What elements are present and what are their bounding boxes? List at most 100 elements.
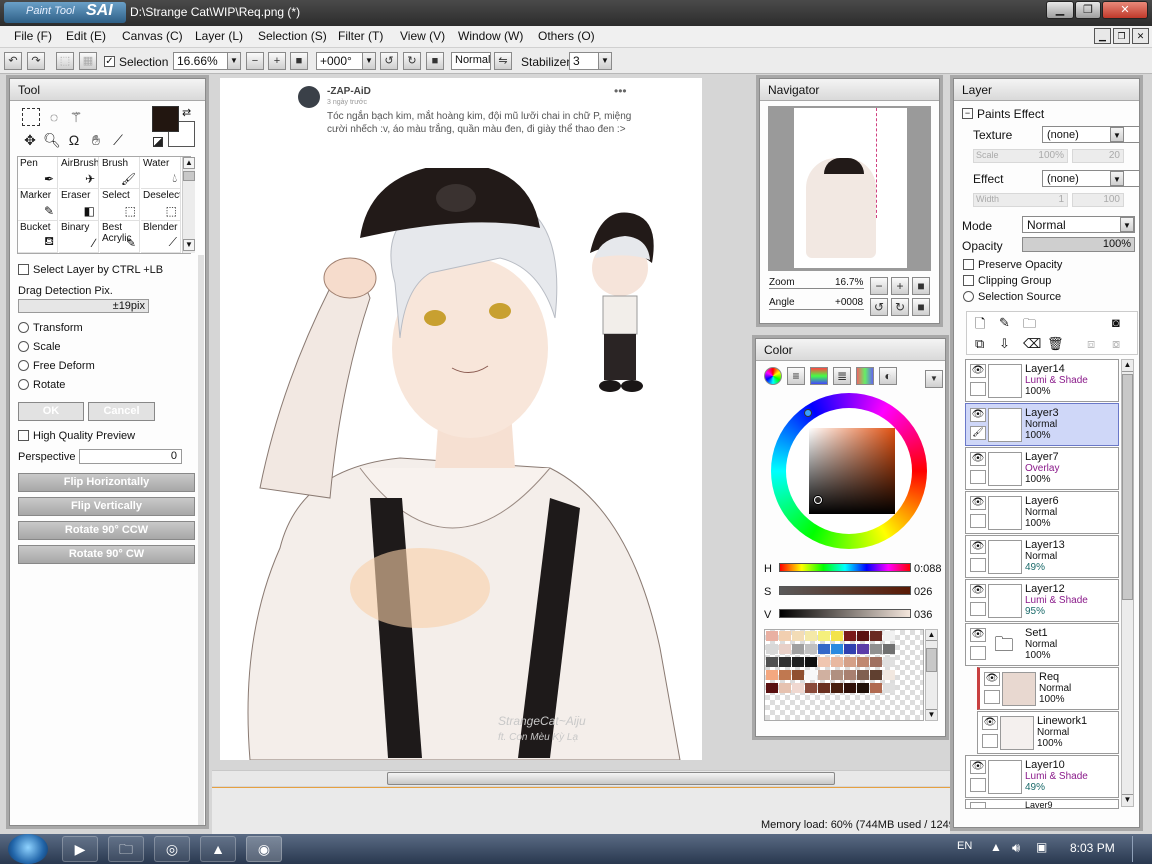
invert-selection-icon[interactable]: ▦	[79, 52, 97, 70]
color-swatch[interactable]	[870, 683, 882, 693]
deselect-toolbar-icon[interactable]: ⬚	[56, 52, 74, 70]
zoom-reset-icon[interactable]: ■	[290, 52, 308, 70]
color-mix-icon[interactable]: ≣	[833, 367, 851, 385]
rotate-view-icon[interactable]: Ω	[64, 130, 84, 150]
selection-checkbox[interactable]: ✓	[104, 56, 115, 67]
rotate-cw-icon[interactable]: ↻	[403, 52, 421, 70]
rgb-slider-icon[interactable]: ≡	[787, 367, 805, 385]
eye-icon[interactable]: 👁︎	[970, 496, 986, 510]
tool-brush[interactable]: Brush 🖌︎	[100, 157, 140, 189]
restore-icon[interactable]: ❐	[1075, 1, 1101, 19]
clipping-group-checkbox[interactable]	[963, 275, 974, 286]
color-swatch[interactable]	[844, 631, 856, 641]
eye-icon[interactable]: 👁︎	[970, 628, 986, 642]
color-swatch[interactable]	[857, 670, 869, 680]
perspective-field[interactable]: 0	[79, 449, 182, 464]
sv-cursor[interactable]	[814, 496, 822, 504]
scrollbar-thumb[interactable]	[387, 772, 835, 785]
color-swatch[interactable]	[805, 683, 817, 693]
color-swatch[interactable]	[779, 683, 791, 693]
free-deform-radio[interactable]	[18, 360, 29, 371]
menu-view[interactable]: View (V)	[400, 29, 445, 43]
color-swatch[interactable]	[870, 631, 882, 641]
doc-restore-icon[interactable]: ❐	[1113, 28, 1130, 44]
menu-edit[interactable]: Edit (E)	[66, 29, 106, 43]
swatches-icon[interactable]	[856, 367, 874, 385]
zoom-icon[interactable]: 🔍︎	[42, 130, 62, 150]
redo-icon[interactable]: ↷	[27, 52, 45, 70]
show-desktop-button[interactable]	[1132, 836, 1150, 862]
rotate-cw-button[interactable]: Rotate 90° CW	[18, 545, 195, 564]
hsv-slider-icon[interactable]	[810, 367, 828, 385]
menu-layer[interactable]: Layer (L)	[195, 29, 243, 43]
color-swatch[interactable]	[779, 631, 791, 641]
scratchpad-icon[interactable]: ◐	[879, 367, 897, 385]
color-swatch[interactable]	[844, 683, 856, 693]
tool-pen[interactable]: Pen ✒	[18, 157, 58, 189]
menu-canvas[interactable]: Canvas (C)	[122, 29, 183, 43]
high-quality-preview-checkbox[interactable]	[18, 430, 29, 441]
angle-dropdown-icon[interactable]: ▼	[362, 52, 376, 70]
eye-icon[interactable]: 👁︎	[970, 452, 986, 466]
nav-zoom-in-icon[interactable]: +	[891, 277, 909, 295]
mask-icon[interactable]: ◙	[1112, 315, 1120, 330]
color-swatch[interactable]	[857, 683, 869, 693]
layer-row[interactable]: 👁︎ Layer12 Lumi & Shade 95%	[965, 579, 1119, 622]
color-swatch[interactable]	[792, 631, 804, 641]
menu-selection[interactable]: Selection (S)	[258, 29, 327, 43]
eye-icon[interactable]: 👁︎	[984, 672, 1000, 686]
color-swatch[interactable]	[818, 683, 830, 693]
rotate-radio[interactable]	[18, 379, 29, 390]
color-swatch[interactable]	[831, 657, 843, 667]
tool-blender[interactable]: Blender ⟋	[141, 221, 181, 253]
color-swatch[interactable]	[818, 644, 830, 654]
sv-square[interactable]	[809, 428, 895, 514]
select-layer-checkbox[interactable]	[18, 264, 29, 275]
tool-panel-scrollbar[interactable]	[198, 255, 204, 825]
color-swatch[interactable]	[831, 631, 843, 641]
color-swatch[interactable]	[844, 644, 856, 654]
color-swatch[interactable]	[779, 657, 791, 667]
color-panel-menu-icon[interactable]: ▼	[925, 370, 943, 388]
eye-icon[interactable]: 👁︎	[970, 364, 986, 378]
browser-icon[interactable]: ◎	[154, 836, 190, 862]
flip-vertically-button[interactable]: Flip Vertically	[18, 497, 195, 516]
network-icon[interactable]: ▣	[1036, 840, 1047, 854]
lock-icon[interactable]	[982, 734, 998, 748]
effect-dropdown-icon[interactable]: ▼	[1110, 171, 1124, 186]
move-icon[interactable]: ✥	[20, 130, 40, 150]
angle-field[interactable]: +000°	[316, 52, 364, 70]
tool-bucket[interactable]: Bucket ⛾	[18, 221, 58, 253]
color-swatch[interactable]	[818, 631, 830, 641]
layer-row[interactable]: Layer9	[965, 799, 1119, 809]
zoom-field[interactable]: 16.66%	[173, 52, 231, 70]
color-swatch[interactable]	[844, 657, 856, 667]
clear-layer-icon[interactable]: ⌫	[1023, 336, 1041, 352]
file-explorer-icon[interactable]: 🗀︎	[108, 836, 144, 862]
opacity-slider[interactable]: 100%	[1022, 237, 1135, 252]
cancel-button[interactable]: Cancel	[88, 402, 155, 421]
nav-zoom-reset-icon[interactable]: ■	[912, 277, 930, 295]
color-swatch[interactable]	[831, 683, 843, 693]
lock-icon[interactable]	[970, 602, 986, 616]
texture-select[interactable]: (none)	[1042, 126, 1140, 143]
color-swatch[interactable]	[857, 631, 869, 641]
primary-color[interactable]	[152, 106, 179, 132]
minimize-icon[interactable]: ▁	[1046, 1, 1074, 19]
mode-dropdown-icon[interactable]: ▼	[1120, 217, 1134, 232]
color-swatch[interactable]	[883, 657, 895, 667]
lock-icon[interactable]	[970, 646, 986, 660]
color-swatch[interactable]	[883, 644, 895, 654]
eyedropper-icon[interactable]: ⟋	[108, 130, 128, 150]
start-button[interactable]	[8, 834, 48, 864]
eye-icon[interactable]: 👁︎	[970, 584, 986, 598]
lock-icon[interactable]	[970, 382, 986, 396]
rect-select-icon[interactable]	[22, 108, 40, 126]
swatch-scrollbar[interactable]: ▲ ▼	[925, 629, 938, 721]
preserve-opacity-checkbox[interactable]	[963, 259, 974, 270]
flip-view-icon[interactable]: ⇋	[494, 52, 512, 70]
tool-water[interactable]: Water 💧︎	[141, 157, 181, 189]
color-swatch[interactable]	[883, 670, 895, 680]
color-swatch[interactable]	[831, 644, 843, 654]
nav-rotate-reset-icon[interactable]: ■	[912, 298, 930, 316]
